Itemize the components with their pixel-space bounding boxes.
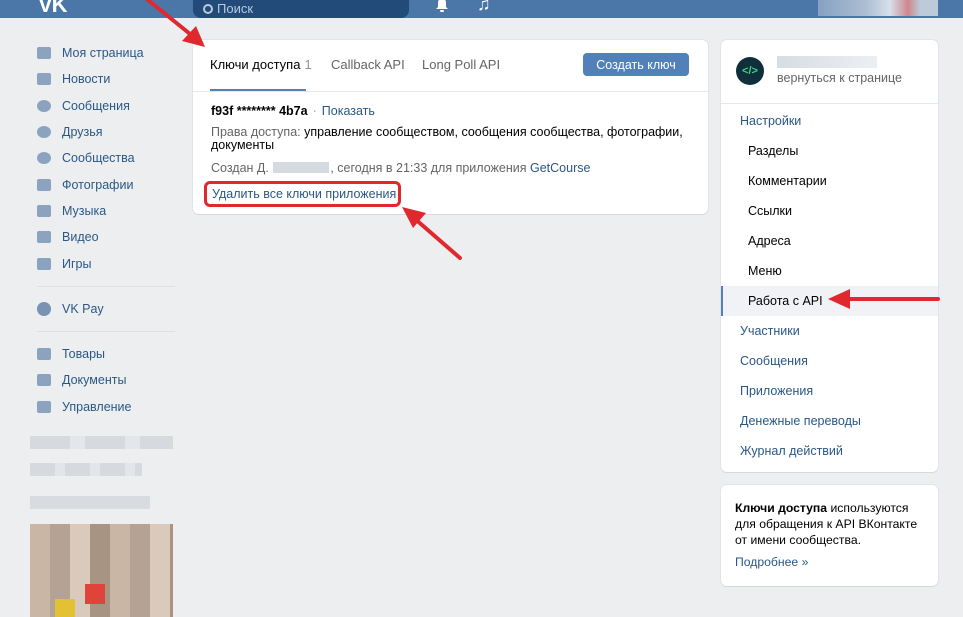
- nav-my-page[interactable]: Моя страница: [30, 40, 175, 66]
- menu-divider: [721, 103, 938, 104]
- nav-communities[interactable]: Сообщества: [30, 145, 175, 171]
- info-text: Ключи доступа используются для обращения…: [735, 500, 924, 548]
- active-tab-indicator: [210, 89, 306, 91]
- blurred-ad-image: [30, 524, 173, 617]
- nav-goods[interactable]: Товары: [30, 341, 175, 367]
- nav-label: VK Pay: [62, 301, 104, 316]
- nav-label: Фотографии: [62, 177, 134, 192]
- nav-music[interactable]: Музыка: [30, 198, 175, 224]
- delete-all-keys-link[interactable]: Удалить все ключи приложения: [204, 181, 401, 207]
- key-entry: f93f ******** 4b7a · Показать Права доступ…: [193, 92, 708, 175]
- search-input[interactable]: Поиск: [193, 0, 409, 18]
- nav-label: Управление: [62, 399, 132, 414]
- left-sidebar: Моя страница Новости Сообщения Друзья Со…: [30, 40, 175, 420]
- separator-dot: ·: [312, 104, 317, 118]
- created-info: Создан Д. , сегодня в 21:33 для приложен…: [211, 161, 708, 175]
- access-keys-card: Ключи доступа 1 Callback API Long Poll AP…: [193, 40, 708, 214]
- blurred-group-name: [777, 56, 877, 68]
- gamepad-icon: [37, 257, 51, 270]
- menu-api[interactable]: Работа с API: [748, 294, 823, 308]
- blurred-surname: [273, 162, 330, 173]
- nav-label: Моя страница: [62, 46, 144, 61]
- nav-news[interactable]: Новости: [30, 66, 175, 92]
- menu-settings[interactable]: Настройки: [740, 114, 801, 128]
- nav-label: Видео: [62, 230, 99, 245]
- music-icon: [37, 204, 51, 217]
- create-key-button[interactable]: Создать ключ: [583, 53, 689, 76]
- nav-label: Сообщества: [62, 151, 135, 166]
- search-placeholder: Поиск: [217, 1, 254, 16]
- tabs-bar: Ключи доступа 1 Callback API Long Poll AP…: [193, 40, 708, 92]
- news-icon: [37, 73, 51, 86]
- access-rights: Права доступа: управление сообществом, с…: [211, 126, 691, 152]
- app-link[interactable]: GetCourse: [530, 161, 590, 175]
- settings-menu-card: </> вернуться к странице Настройки Разде…: [721, 40, 938, 472]
- friends-icon: [37, 126, 51, 139]
- tab-long-poll-api[interactable]: Long Poll API: [422, 57, 500, 72]
- video-icon: [37, 231, 51, 244]
- blurred-link: [30, 496, 150, 509]
- key-line: f93f ******** 4b7a · Показать: [211, 104, 708, 118]
- created-prefix: Создан Д.: [211, 161, 269, 175]
- nav-friends[interactable]: Друзья: [30, 119, 175, 145]
- home-icon: [37, 47, 51, 60]
- blurred-link: [30, 436, 173, 449]
- nav-divider: [37, 285, 175, 287]
- nav-video[interactable]: Видео: [30, 224, 175, 250]
- bell-icon[interactable]: [436, 0, 448, 12]
- nav-label: Музыка: [62, 203, 107, 218]
- menu-members[interactable]: Участники: [740, 324, 800, 338]
- nav-games[interactable]: Игры: [30, 250, 175, 276]
- menu-menu[interactable]: Меню: [748, 264, 782, 278]
- tab-access-keys[interactable]: Ключи доступа 1: [210, 57, 312, 72]
- nav-documents[interactable]: Документы: [30, 367, 175, 393]
- more-link[interactable]: Подробнее »: [735, 554, 924, 570]
- menu-addresses[interactable]: Адреса: [748, 234, 791, 248]
- search-icon: [203, 4, 213, 14]
- bag-icon: [37, 348, 51, 361]
- nav-label: Новости: [62, 72, 111, 87]
- communities-icon: [37, 152, 51, 165]
- menu-action-log[interactable]: Журнал действий: [740, 444, 843, 458]
- nav-label: Игры: [62, 256, 92, 271]
- menu-links[interactable]: Ссылки: [748, 204, 792, 218]
- tab-callback-api[interactable]: Callback API: [331, 57, 405, 72]
- group-avatar-icon[interactable]: </>: [736, 57, 764, 85]
- vk-logo[interactable]: VK: [38, 0, 68, 18]
- nav-photos[interactable]: Фотографии: [30, 171, 175, 197]
- nav-vk-pay[interactable]: VK Pay: [30, 296, 175, 322]
- back-to-page-link[interactable]: вернуться к странице: [777, 71, 902, 85]
- info-bold: Ключи доступа: [735, 501, 828, 515]
- tab-count: 1: [304, 57, 312, 72]
- top-header: VK Поиск ♫: [0, 0, 963, 18]
- nav-label: Товары: [62, 347, 105, 362]
- music-note-icon[interactable]: ♫: [477, 0, 491, 15]
- created-suffix: , сегодня в 21:33 для приложения: [330, 161, 527, 175]
- menu-money-transfers[interactable]: Денежные переводы: [740, 414, 861, 428]
- arrow-to-delete: [412, 216, 462, 260]
- profile-menu[interactable]: [818, 0, 938, 16]
- menu-comments[interactable]: Комментарии: [748, 174, 827, 188]
- nav-divider: [37, 330, 175, 332]
- key-value: f93f ******** 4b7a: [211, 104, 308, 118]
- active-item-marker: [721, 286, 723, 316]
- camera-icon: [37, 178, 51, 191]
- menu-messages[interactable]: Сообщения: [740, 354, 808, 368]
- info-card: Ключи доступа используются для обращения…: [721, 485, 938, 586]
- nav-label: Друзья: [62, 125, 103, 140]
- menu-sections[interactable]: Разделы: [748, 144, 798, 158]
- document-icon: [37, 374, 51, 387]
- gamepad-icon: [37, 400, 51, 413]
- nav-label: Сообщения: [62, 98, 130, 113]
- tab-label: Ключи доступа: [210, 57, 301, 72]
- nav-management[interactable]: Управление: [30, 394, 175, 420]
- blurred-link: [30, 463, 142, 476]
- vkpay-icon: [37, 301, 51, 316]
- messages-icon: [37, 99, 51, 112]
- nav-label: Документы: [62, 373, 127, 388]
- menu-apps[interactable]: Приложения: [740, 384, 813, 398]
- show-key-link[interactable]: Показать: [322, 104, 375, 118]
- rights-label: Права доступа:: [211, 125, 301, 139]
- nav-messages[interactable]: Сообщения: [30, 93, 175, 119]
